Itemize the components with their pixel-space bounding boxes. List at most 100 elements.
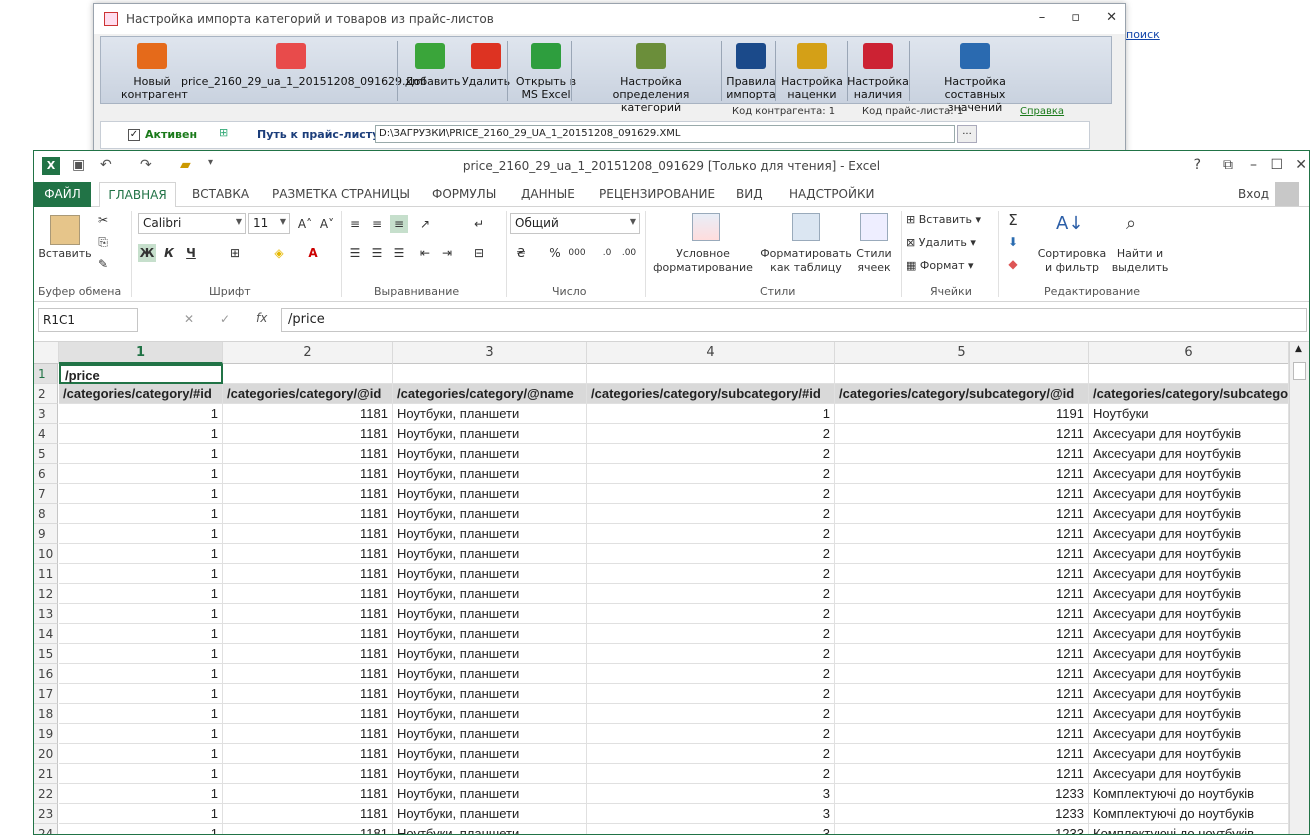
row-header[interactable]: 24 (34, 824, 58, 834)
clear-icon[interactable]: ◆ (1004, 255, 1022, 273)
table-cell[interactable]: Аксесуари для ноутбуків (1089, 684, 1289, 704)
table-cell[interactable]: 1181 (223, 424, 393, 444)
table-cell[interactable]: 1181 (223, 804, 393, 824)
table-cell[interactable]: 1191 (835, 404, 1089, 424)
table-cell[interactable]: 1211 (835, 444, 1089, 464)
thousands-icon[interactable]: 000 (568, 244, 586, 262)
row-header[interactable]: 21 (34, 764, 58, 784)
table-cell[interactable]: 2 (587, 464, 835, 484)
toolbar-button-5[interactable]: Открыть в MS Excel (515, 41, 577, 101)
align-right-icon[interactable]: ☰ (390, 244, 408, 262)
toolbar-button-10[interactable]: Настройка составных значений (913, 41, 1037, 114)
table-cell[interactable]: 1 (59, 704, 223, 724)
table-cell[interactable]: Ноутбуки, планшети (393, 444, 587, 464)
table-cell[interactable]: 2 (587, 524, 835, 544)
table-cell[interactable]: 1 (59, 744, 223, 764)
table-cell[interactable]: 1181 (223, 684, 393, 704)
table-cell[interactable]: Аксесуари для ноутбуків (1089, 544, 1289, 564)
table-cell[interactable]: Ноутбуки (1089, 404, 1289, 424)
table-cell[interactable]: 1 (59, 824, 223, 834)
table-cell[interactable]: Ноутбуки, планшети (393, 684, 587, 704)
search-link[interactable]: поиск (1126, 28, 1160, 41)
table-cell[interactable]: 1211 (835, 524, 1089, 544)
table-cell[interactable]: 1211 (835, 564, 1089, 584)
format-cells-button[interactable]: ▦ Формат ▾ (906, 259, 974, 273)
tab-formulas[interactable]: ФОРМУЛЫ (432, 187, 496, 201)
table-cell[interactable]: Ноутбуки, планшети (393, 404, 587, 424)
conditional-format-icon[interactable] (692, 213, 720, 241)
table-cell[interactable]: 1 (59, 504, 223, 524)
row-header[interactable]: 7 (34, 484, 58, 504)
table-cell[interactable]: 1181 (223, 704, 393, 724)
table-cell[interactable]: 1211 (835, 504, 1089, 524)
table-cell[interactable]: Ноутбуки, планшети (393, 704, 587, 724)
format-as-table-icon[interactable] (792, 213, 820, 241)
vertical-scrollbar[interactable]: ▲ (1289, 342, 1309, 834)
table-cell[interactable]: 1181 (223, 644, 393, 664)
table-cell[interactable]: 2 (587, 584, 835, 604)
row-header[interactable]: 11 (34, 564, 58, 584)
table-cell[interactable]: 1211 (835, 724, 1089, 744)
table-cell[interactable]: /price (59, 364, 223, 384)
table-cell[interactable] (393, 364, 587, 384)
font-color-icon[interactable]: A (304, 244, 322, 262)
table-cell[interactable]: 1 (59, 464, 223, 484)
table-cell[interactable]: 1 (587, 404, 835, 424)
fill-icon[interactable]: ⬇ (1004, 233, 1022, 251)
table-cell[interactable]: Аксесуари для ноутбуків (1089, 464, 1289, 484)
decrease-indent-icon[interactable]: ⇤ (416, 244, 434, 262)
toolbar-button-2[interactable]: price_2160_29_ua_1_20151208_091629.xml (181, 41, 426, 88)
conditional-format-button[interactable]: Условное форматирование (648, 247, 758, 275)
increase-indent-icon[interactable]: ⇥ (438, 244, 456, 262)
currency-icon[interactable]: ₴ (512, 244, 530, 262)
row-header[interactable]: 8 (34, 504, 58, 524)
table-cell[interactable]: Ноутбуки, планшети (393, 724, 587, 744)
table-cell[interactable]: 2 (587, 484, 835, 504)
close-icon[interactable]: ✕ (1295, 157, 1307, 173)
table-cell[interactable]: 1233 (835, 784, 1089, 804)
row-header[interactable]: 9 (34, 524, 58, 544)
toolbar-button-3[interactable]: Добавить (405, 41, 460, 88)
column-header[interactable]: 3 (393, 342, 587, 364)
row-header[interactable]: 1 (34, 364, 58, 384)
table-cell[interactable]: 2 (587, 644, 835, 664)
table-cell[interactable]: 2 (587, 744, 835, 764)
align-center-icon[interactable]: ☰ (368, 244, 386, 262)
table-cell[interactable]: 1 (59, 664, 223, 684)
table-cell[interactable]: 2 (587, 504, 835, 524)
row-header[interactable]: 3 (34, 404, 58, 424)
enter-icon[interactable]: ✓ (220, 312, 230, 326)
column-title-cell[interactable]: /categories/category/subcategory/#id (587, 384, 835, 404)
decrease-decimal-icon[interactable]: .00 (620, 244, 638, 262)
table-cell[interactable]: 2 (587, 624, 835, 644)
table-cell[interactable]: 2 (587, 564, 835, 584)
table-cell[interactable]: 1211 (835, 424, 1089, 444)
copy-icon[interactable]: ⎘ (94, 233, 112, 251)
table-cell[interactable]: 1 (59, 804, 223, 824)
row-header[interactable]: 12 (34, 584, 58, 604)
table-cell[interactable]: 1181 (223, 624, 393, 644)
tab-insert[interactable]: ВСТАВКА (192, 187, 249, 201)
table-cell[interactable]: 1 (59, 484, 223, 504)
select-all-corner[interactable] (34, 342, 59, 364)
table-cell[interactable]: Аксесуари для ноутбуків (1089, 444, 1289, 464)
table-cell[interactable]: Ноутбуки, планшети (393, 524, 587, 544)
table-cell[interactable]: Аксесуари для ноутбуків (1089, 424, 1289, 444)
table-cell[interactable]: 2 (587, 704, 835, 724)
close-icon[interactable]: ✕ (1106, 10, 1117, 25)
help-icon[interactable]: ? (1194, 157, 1201, 173)
table-cell[interactable]: 1211 (835, 464, 1089, 484)
minimize-icon[interactable]: – (1250, 157, 1257, 173)
table-cell[interactable]: 1181 (223, 564, 393, 584)
row-header[interactable]: 19 (34, 724, 58, 744)
table-cell[interactable]: Ноутбуки, планшети (393, 424, 587, 444)
row-header[interactable]: 6 (34, 464, 58, 484)
table-cell[interactable]: Аксесуари для ноутбуків (1089, 724, 1289, 744)
table-cell[interactable]: 1181 (223, 664, 393, 684)
table-cell[interactable]: 3 (587, 784, 835, 804)
merge-cells-icon[interactable]: ⊟ (470, 244, 488, 262)
table-cell[interactable]: 1211 (835, 484, 1089, 504)
orientation-icon[interactable]: ↗ (416, 215, 434, 233)
tab-addins[interactable]: НАДСТРОЙКИ (789, 187, 874, 201)
table-cell[interactable]: 1 (59, 564, 223, 584)
